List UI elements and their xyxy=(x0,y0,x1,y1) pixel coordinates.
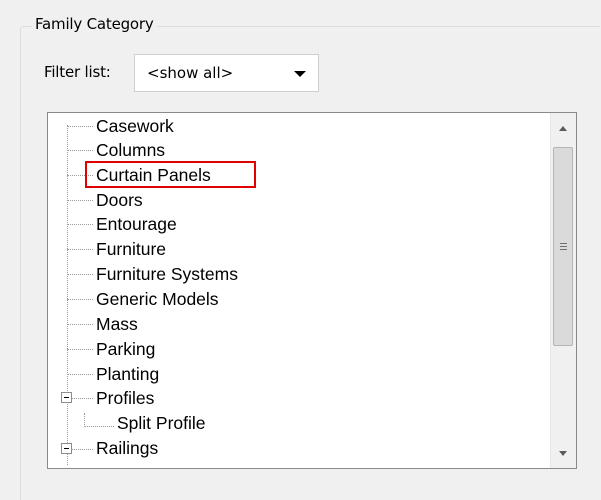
scrollbar-thumb[interactable] xyxy=(553,147,573,346)
tree-connector-line xyxy=(72,449,93,450)
tree-connector-line xyxy=(72,398,93,399)
filter-selected-value: <show all> xyxy=(147,64,234,82)
tree-connector-line xyxy=(67,274,93,275)
tree-item-entourage[interactable]: Entourage xyxy=(96,212,177,236)
vertical-scrollbar[interactable] xyxy=(550,113,576,468)
tree-item-railings[interactable]: Railings xyxy=(96,436,158,460)
tree-connector-line xyxy=(67,150,93,151)
tree-connector-line xyxy=(84,426,114,427)
grip-icon xyxy=(560,243,567,244)
tree-item-columns[interactable]: Columns xyxy=(96,138,165,162)
tree-item-doors[interactable]: Doors xyxy=(96,188,143,212)
tree-connector-line xyxy=(67,224,93,225)
tree-item-generic-models[interactable]: Generic Models xyxy=(96,287,219,311)
filter-label: Filter list: xyxy=(44,63,111,81)
tree-item-parking[interactable]: Parking xyxy=(96,337,155,361)
tree-connector-line xyxy=(67,349,93,350)
filter-list-dropdown[interactable]: <show all> xyxy=(134,54,319,92)
tree-item-furniture-systems[interactable]: Furniture Systems xyxy=(96,262,238,286)
tree-connector-line xyxy=(67,126,93,127)
scroll-down-arrow-icon[interactable] xyxy=(559,451,567,456)
grip-icon xyxy=(560,246,567,247)
tree-item-curtain-panels[interactable]: Curtain Panels xyxy=(96,163,211,187)
collapse-icon[interactable] xyxy=(61,443,72,454)
scroll-up-arrow-icon[interactable] xyxy=(559,126,567,131)
tree-item-furniture[interactable]: Furniture xyxy=(96,237,166,261)
grip-icon xyxy=(560,249,567,250)
collapse-icon[interactable] xyxy=(61,392,72,403)
tree-connector-line xyxy=(67,299,93,300)
tree-connector-line xyxy=(67,200,93,201)
tree-connector-line xyxy=(67,125,68,465)
tree-item-planting[interactable]: Planting xyxy=(96,362,159,386)
family-category-tree[interactable]: Casework Columns Curtain Panels Doors En… xyxy=(47,112,577,469)
tree-item-mass[interactable]: Mass xyxy=(96,312,138,336)
tree-connector-line xyxy=(84,413,85,427)
tree-connector-line xyxy=(67,175,93,176)
tree-item-split-profile[interactable]: Split Profile xyxy=(117,411,206,435)
tree-connector-line xyxy=(67,324,93,325)
group-title: Family Category xyxy=(32,15,157,33)
tree-connector-line xyxy=(67,374,93,375)
tree-item-profiles[interactable]: Profiles xyxy=(96,386,154,410)
chevron-down-icon[interactable] xyxy=(294,71,306,77)
tree-item-casework[interactable]: Casework xyxy=(96,114,174,138)
tree-connector-line xyxy=(67,249,93,250)
